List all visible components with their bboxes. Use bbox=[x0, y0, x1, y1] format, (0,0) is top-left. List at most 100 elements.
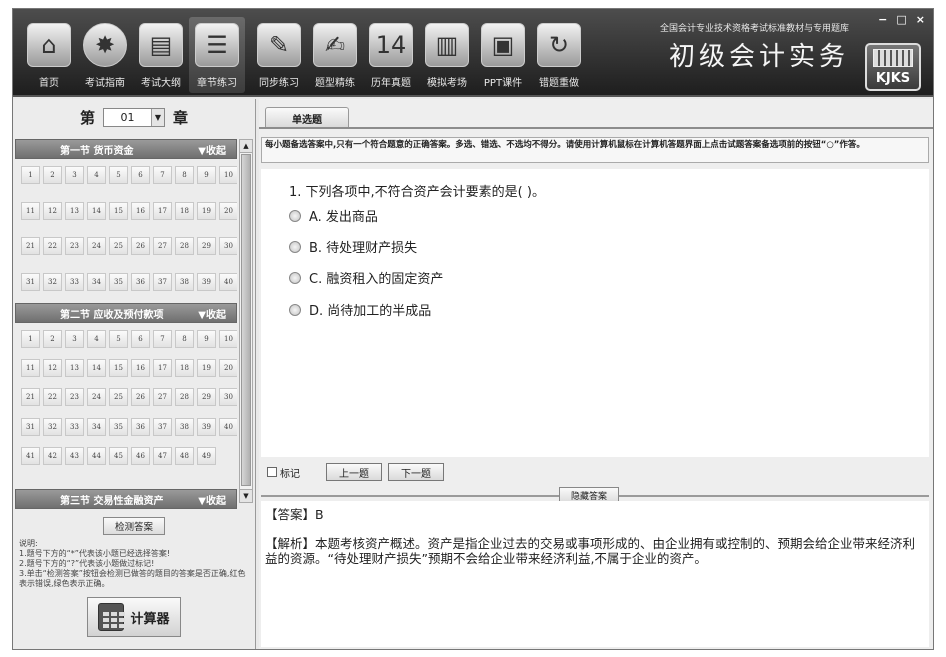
question-number-cell[interactable]: 25 bbox=[109, 388, 128, 407]
question-number-cell[interactable]: 1 bbox=[21, 166, 40, 184]
question-number-cell[interactable]: 26 bbox=[131, 237, 150, 255]
toolbar-item-6[interactable]: 14 历年真题 bbox=[363, 17, 419, 93]
toolbar-item-9[interactable]: ↻ 错题重做 bbox=[531, 17, 587, 93]
question-number-cell[interactable]: 12 bbox=[43, 359, 62, 378]
question-number-cell[interactable]: 39 bbox=[197, 272, 216, 291]
question-number-cell[interactable]: 16 bbox=[131, 201, 150, 220]
question-number-cell[interactable]: 5 bbox=[109, 166, 128, 184]
question-number-cell[interactable]: 6 bbox=[131, 330, 150, 348]
question-number-cell[interactable]: 10 bbox=[219, 330, 237, 348]
question-number-cell[interactable]: 25 bbox=[109, 237, 128, 255]
radio-icon[interactable] bbox=[289, 209, 301, 222]
question-number-cell[interactable]: 33 bbox=[65, 272, 84, 291]
question-number-cell[interactable]: 15 bbox=[109, 201, 128, 220]
toolbar-item-8[interactable]: ▣ PPT课件 bbox=[475, 17, 531, 93]
question-number-cell[interactable]: 38 bbox=[175, 417, 194, 436]
question-number-cell[interactable]: 3 bbox=[65, 330, 84, 348]
toolbar-item-7[interactable]: ▥ 模拟考场 bbox=[419, 17, 475, 93]
question-number-cell[interactable]: 29 bbox=[197, 237, 216, 255]
question-number-cell[interactable]: 14 bbox=[87, 201, 106, 220]
scrollbar-thumb[interactable] bbox=[241, 154, 251, 486]
question-number-cell[interactable]: 7 bbox=[153, 330, 172, 348]
calculator-button[interactable]: 计算器 bbox=[87, 597, 181, 637]
chevron-down-icon[interactable]: ▼ bbox=[151, 108, 164, 126]
question-number-cell[interactable]: 10 bbox=[219, 166, 237, 184]
option-b[interactable]: B. 待处理财产损失 bbox=[289, 237, 417, 256]
question-number-cell[interactable]: 35 bbox=[109, 417, 128, 436]
option-c[interactable]: C. 融资租入的固定资产 bbox=[289, 268, 443, 287]
question-number-cell[interactable]: 16 bbox=[131, 359, 150, 378]
question-number-cell[interactable]: 17 bbox=[153, 359, 172, 378]
question-number-cell[interactable]: 27 bbox=[153, 237, 172, 255]
radio-icon[interactable] bbox=[289, 303, 301, 316]
question-number-cell[interactable]: 3 bbox=[65, 166, 84, 184]
question-number-cell[interactable]: 31 bbox=[21, 272, 40, 291]
question-number-cell[interactable]: 21 bbox=[21, 237, 40, 255]
question-number-cell[interactable]: 46 bbox=[131, 446, 150, 465]
question-number-cell[interactable]: 30 bbox=[219, 237, 237, 255]
toolbar-item-3[interactable]: ☰ 章节练习 bbox=[189, 17, 245, 93]
section-header-3[interactable]: 第三节 交易性金融资产 ▼收起 bbox=[15, 489, 237, 509]
question-number-cell[interactable]: 6 bbox=[131, 166, 150, 184]
question-number-cell[interactable]: 9 bbox=[197, 330, 216, 348]
question-number-cell[interactable]: 48 bbox=[175, 446, 194, 465]
toolbar-item-5[interactable]: ✍ 题型精练 bbox=[307, 17, 363, 93]
question-number-cell[interactable]: 19 bbox=[197, 201, 216, 220]
question-number-cell[interactable]: 13 bbox=[65, 201, 84, 220]
question-number-cell[interactable]: 28 bbox=[175, 388, 194, 407]
question-number-cell[interactable]: 28 bbox=[175, 237, 194, 255]
question-number-cell[interactable]: 41 bbox=[21, 446, 40, 465]
question-number-cell[interactable]: 44 bbox=[87, 446, 106, 465]
question-number-cell[interactable]: 22 bbox=[43, 237, 62, 255]
question-number-cell[interactable]: 15 bbox=[109, 359, 128, 378]
question-number-cell[interactable]: 4 bbox=[87, 166, 106, 184]
question-number-cell[interactable]: 47 bbox=[153, 446, 172, 465]
question-number-cell[interactable]: 13 bbox=[65, 359, 84, 378]
minimize-icon[interactable]: − bbox=[878, 13, 887, 26]
tab-single-choice[interactable]: 单选题 bbox=[265, 107, 349, 128]
question-number-cell[interactable]: 29 bbox=[197, 388, 216, 407]
question-number-cell[interactable]: 18 bbox=[175, 359, 194, 378]
collapse-toggle[interactable]: ▼收起 bbox=[198, 142, 226, 157]
question-number-cell[interactable]: 8 bbox=[175, 330, 194, 348]
question-number-cell[interactable]: 22 bbox=[43, 388, 62, 407]
option-d[interactable]: D. 尚待加工的半成品 bbox=[289, 300, 431, 319]
question-number-cell[interactable]: 39 bbox=[197, 417, 216, 436]
question-number-cell[interactable]: 31 bbox=[21, 417, 40, 436]
question-number-cell[interactable]: 2 bbox=[43, 330, 62, 348]
scroll-down-icon[interactable]: ▼ bbox=[240, 489, 252, 502]
maximize-icon[interactable]: □ bbox=[896, 13, 906, 26]
question-number-cell[interactable]: 32 bbox=[43, 417, 62, 436]
checkbox-icon[interactable] bbox=[267, 467, 277, 477]
question-number-cell[interactable]: 7 bbox=[153, 166, 172, 184]
question-number-cell[interactable]: 1 bbox=[21, 330, 40, 348]
question-number-cell[interactable]: 34 bbox=[87, 272, 106, 291]
question-number-cell[interactable]: 12 bbox=[43, 201, 62, 220]
prev-question-button[interactable]: 上一题 bbox=[326, 463, 382, 481]
question-number-cell[interactable]: 17 bbox=[153, 201, 172, 220]
section-header-2[interactable]: 第二节 应收及预付款项 ▼收起 bbox=[15, 303, 237, 323]
question-number-cell[interactable]: 23 bbox=[65, 388, 84, 407]
section-header-1[interactable]: 第一节 货币资金 ▼收起 bbox=[15, 139, 237, 159]
question-number-cell[interactable]: 40 bbox=[219, 417, 237, 436]
question-number-cell[interactable]: 40 bbox=[219, 272, 237, 291]
question-number-cell[interactable]: 9 bbox=[197, 166, 216, 184]
question-number-cell[interactable]: 5 bbox=[109, 330, 128, 348]
question-number-cell[interactable]: 20 bbox=[219, 201, 237, 220]
radio-icon[interactable] bbox=[289, 240, 301, 253]
option-a[interactable]: A. 发出商品 bbox=[289, 206, 378, 225]
question-number-cell[interactable]: 21 bbox=[21, 388, 40, 407]
toolbar-item-1[interactable]: ✸ 考试指南 bbox=[77, 17, 133, 93]
close-icon[interactable]: × bbox=[916, 13, 925, 26]
question-number-cell[interactable]: 37 bbox=[153, 417, 172, 436]
check-answers-button[interactable]: 检测答案 bbox=[103, 517, 165, 535]
question-number-cell[interactable]: 37 bbox=[153, 272, 172, 291]
radio-icon[interactable] bbox=[289, 271, 301, 284]
question-number-cell[interactable]: 30 bbox=[219, 388, 237, 407]
question-number-cell[interactable]: 43 bbox=[65, 446, 84, 465]
question-number-cell[interactable]: 11 bbox=[21, 201, 40, 220]
question-number-cell[interactable]: 35 bbox=[109, 272, 128, 291]
toolbar-item-0[interactable]: ⌂ 首页 bbox=[21, 17, 77, 93]
collapse-toggle[interactable]: ▼收起 bbox=[198, 492, 226, 507]
question-number-cell[interactable]: 19 bbox=[197, 359, 216, 378]
